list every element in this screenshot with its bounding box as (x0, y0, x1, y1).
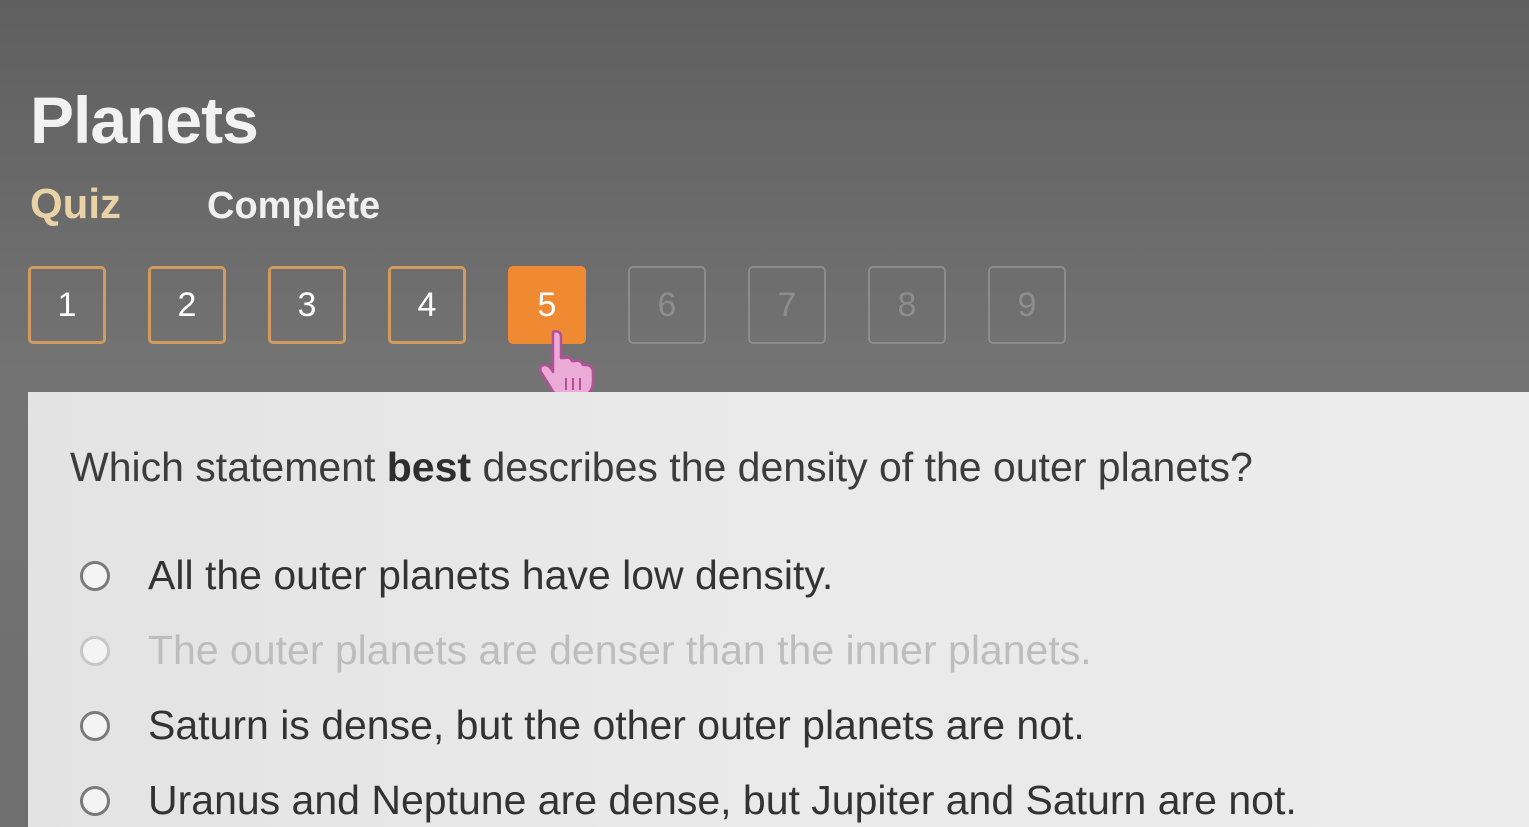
question-button-3[interactable]: 3 (268, 266, 346, 344)
radio-button[interactable] (80, 710, 110, 741)
sub-navigation: Quiz Complete (30, 180, 380, 228)
question-button-4[interactable]: 4 (388, 266, 466, 344)
question-text: Which statement best describes the densi… (70, 444, 1253, 491)
hand-pointer-icon (538, 329, 595, 400)
quiz-page: Planets Quiz Complete 1 2 3 4 5 6 7 8 9 … (0, 0, 1529, 827)
radio-button[interactable] (80, 635, 110, 666)
question-prefix: Which statement (70, 444, 387, 490)
page-title: Planets (30, 83, 259, 157)
answer-option-3[interactable]: Saturn is dense, but the other outer pla… (80, 702, 1085, 749)
answer-option-label: Saturn is dense, but the other outer pla… (148, 702, 1085, 748)
question-button-2[interactable]: 2 (148, 266, 226, 344)
question-button-9[interactable]: 9 (988, 266, 1066, 344)
answer-option-label: Uranus and Neptune are dense, but Jupite… (148, 777, 1297, 823)
answer-option-label: All the outer planets have low density. (148, 552, 834, 598)
question-panel: Which statement best describes the densi… (28, 392, 1529, 827)
answer-option-1[interactable]: All the outer planets have low density. (80, 552, 833, 599)
question-suffix: describes the density of the outer plane… (471, 444, 1253, 490)
question-button-6[interactable]: 6 (628, 266, 706, 344)
tab-quiz[interactable]: Quiz (30, 180, 121, 228)
question-button-8[interactable]: 8 (868, 266, 946, 344)
radio-button[interactable] (80, 560, 110, 591)
tab-complete[interactable]: Complete (207, 185, 380, 228)
answer-option-2[interactable]: The outer planets are denser than the in… (80, 627, 1092, 674)
question-button-7[interactable]: 7 (748, 266, 826, 344)
answer-option-4[interactable]: Uranus and Neptune are dense, but Jupite… (80, 777, 1297, 824)
question-button-1[interactable]: 1 (28, 266, 106, 344)
radio-button[interactable] (80, 785, 110, 816)
question-emphasis: best (386, 444, 472, 490)
answer-option-label: The outer planets are denser than the in… (148, 627, 1092, 673)
